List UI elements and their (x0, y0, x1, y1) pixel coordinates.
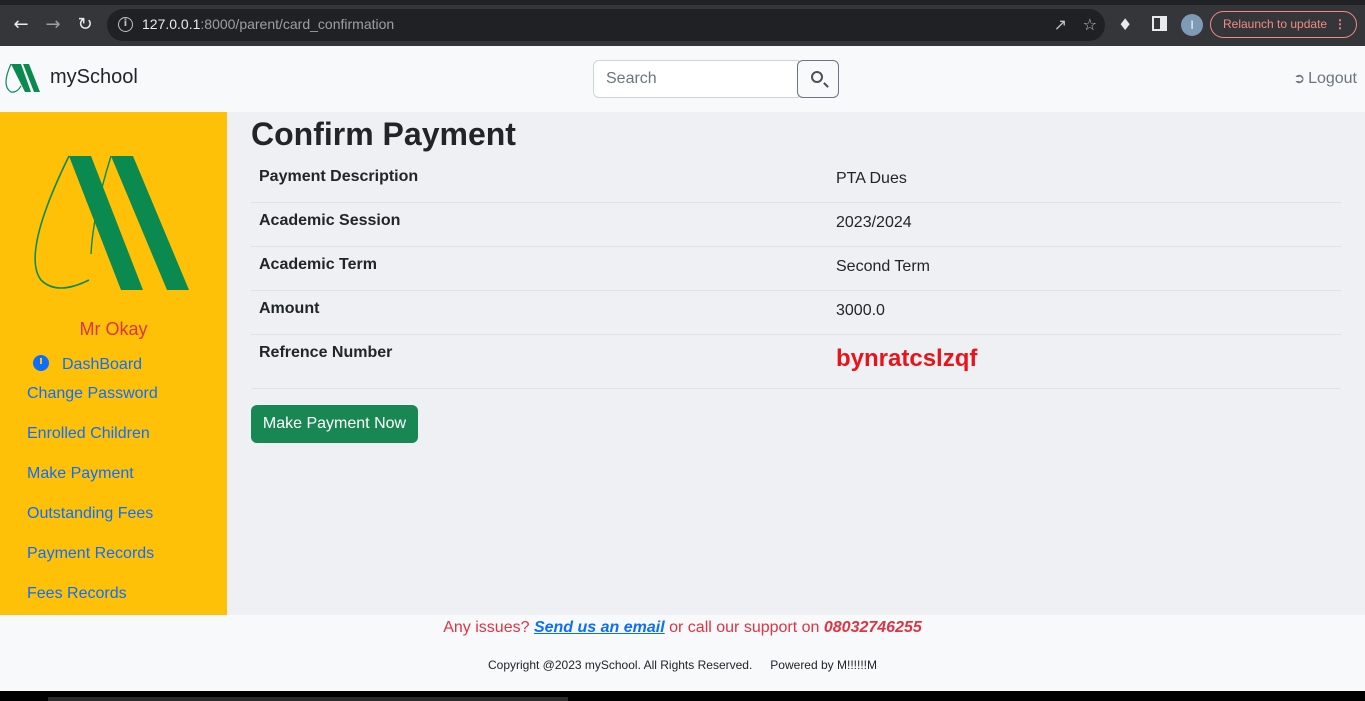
bookmark-star-icon[interactable]: ☆ (1083, 15, 1097, 34)
row-label: Amount (259, 300, 320, 317)
row-label: Payment Description (259, 168, 419, 185)
table-row: Academic Session 2023/2024 (251, 203, 1341, 247)
brand-name[interactable]: mySchool (50, 66, 138, 89)
dashboard-gauge-icon (33, 355, 49, 371)
row-label: Refrence Number (259, 344, 393, 361)
extensions-puzzle-icon[interactable]: ♦ (1118, 15, 1132, 34)
footer: Any issues? Send us an email or call our… (0, 615, 1365, 691)
sidebar-item-label: DashBoard (62, 356, 143, 373)
browser-toolbar: ← → ↻ i 127.0.0.1:8000/parent/card_confi… (0, 0, 1365, 46)
row-label: Academic Term (259, 256, 377, 273)
search-input[interactable] (593, 60, 799, 98)
sidebar-item-change-password[interactable]: Change Password (27, 385, 158, 403)
support-line: Any issues? Send us an email or call our… (0, 619, 1365, 637)
relaunch-label: Relaunch to update (1223, 17, 1328, 31)
reload-icon[interactable]: ↻ (73, 13, 97, 37)
site-info-icon[interactable]: i (118, 17, 133, 32)
sidebar: Mr Okay DashBoard Change Password Enroll… (0, 112, 227, 615)
payment-details-table: Payment Description PTA Dues Academic Se… (251, 159, 1341, 389)
table-row: Refrence Number bynratcslzqf (251, 335, 1341, 389)
share-icon[interactable]: ↗ (1054, 15, 1067, 34)
make-payment-button[interactable]: Make Payment Now (251, 405, 418, 443)
taskbar-item (48, 697, 568, 701)
row-value: 2023/2024 (836, 214, 912, 231)
copyright-text: Copyright @2023 mySchool. All Rights Res… (487, 658, 753, 672)
table-row: Amount 3000.0 (251, 291, 1341, 335)
search-icon (811, 71, 823, 83)
forward-arrow-icon[interactable]: → (41, 13, 65, 37)
row-value: Second Term (836, 258, 930, 275)
reference-number: bynratcslzqf (836, 345, 978, 372)
relaunch-button[interactable]: Relaunch to update ⋮ (1210, 11, 1357, 38)
powered-by-text: Powered by M!!!!!!M (770, 658, 877, 672)
row-value: 3000.0 (836, 302, 885, 319)
send-email-link[interactable]: Send us an email (534, 619, 665, 636)
taskbar-strip (0, 691, 1365, 701)
issues-middle: or call our support on (664, 619, 824, 636)
issues-prefix: Any issues? (443, 619, 534, 636)
sidebar-item-payment-records[interactable]: Payment Records (27, 545, 154, 563)
search-button[interactable] (797, 60, 839, 98)
school-logo-image (34, 155, 189, 290)
support-phone: 08032746255 (823, 619, 922, 636)
logout-label: Logout (1308, 70, 1357, 87)
logout-link[interactable]: ➲ Logout (1293, 70, 1357, 88)
table-row: Payment Description PTA Dues (251, 159, 1341, 203)
main-content: Confirm Payment Payment Description PTA … (227, 112, 1365, 615)
side-panel-icon[interactable] (1152, 16, 1167, 31)
sign-out-icon: ➲ (1293, 71, 1306, 87)
back-arrow-icon[interactable]: ← (9, 13, 33, 37)
page-title: Confirm Payment (251, 116, 516, 152)
sidebar-item-enrolled-children[interactable]: Enrolled Children (27, 425, 150, 443)
profile-avatar[interactable]: I (1181, 14, 1203, 36)
row-value: PTA Dues (836, 170, 907, 187)
top-navbar: mySchool ➲Logout (0, 46, 1365, 112)
copyright-line: Copyright @2023 mySchool. All Rights Res… (0, 658, 1365, 672)
sidebar-item-outstanding-fees[interactable]: Outstanding Fees (27, 505, 153, 523)
address-bar[interactable]: i 127.0.0.1:8000/parent/card_confirmatio… (107, 9, 1105, 41)
row-label: Academic Session (259, 212, 401, 229)
menu-dots-icon: ⋮ (1334, 17, 1346, 31)
myschool-logo-icon[interactable] (5, 62, 41, 94)
url-text: 127.0.0.1:8000/parent/card_confirmation (142, 16, 395, 32)
sidebar-item-make-payment[interactable]: Make Payment (27, 465, 134, 483)
sidebar-item-fees-records[interactable]: Fees Records (27, 585, 127, 603)
user-name: Mr Okay (79, 319, 148, 339)
sidebar-item-dashboard[interactable]: DashBoard (33, 355, 142, 374)
table-row: Academic Term Second Term (251, 247, 1341, 291)
